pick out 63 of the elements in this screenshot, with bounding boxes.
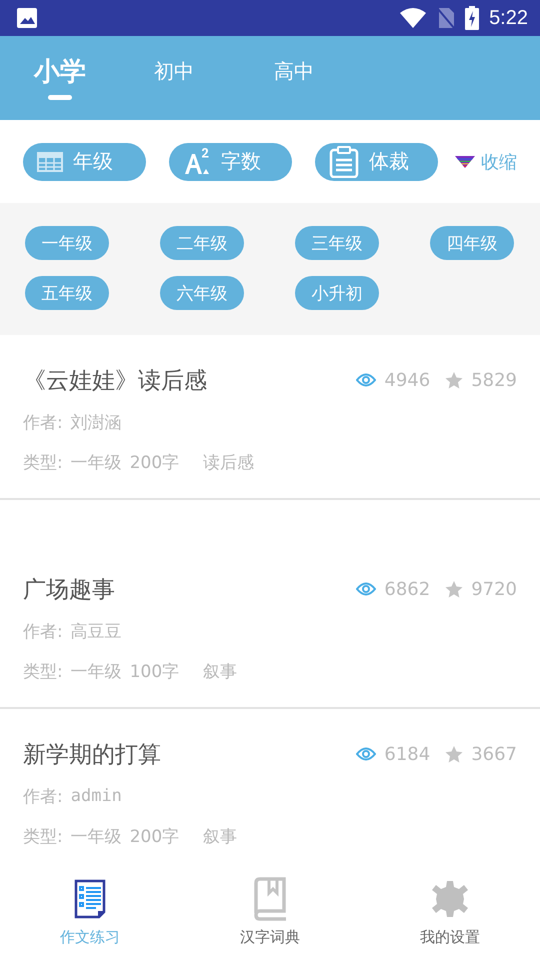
type-label: 类型: [23,452,63,474]
tab[interactable]: 小学 [34,54,154,100]
essay-list-item[interactable]: 《云娃娃》读后感 4946 5829 作者: 刘澍涵 类型: 一年级 200字 读后感 [0,335,540,500]
essay-grade: 一年级 [70,660,122,682]
word-count: 100字 [130,660,180,682]
battery-charging-icon [465,6,480,30]
author-label: 作者: [23,620,63,642]
nav-tab[interactable]: 我的设置 [360,860,540,960]
status-time: 5:22 [489,6,528,30]
grade-chip[interactable]: 一年级 [25,226,109,260]
essay-title: 新学期的打算 [23,740,162,770]
grade-chip[interactable]: 四年级 [430,226,514,260]
genre-filter-button[interactable]: 体裁 [315,142,438,180]
collapse-button[interactable]: 收缩 [455,150,517,174]
grade-chip[interactable]: 小升初 [295,276,379,310]
favorite-count: 3667 [471,744,517,764]
tab[interactable]: 初中 [154,58,274,96]
image-icon [16,7,38,29]
grade-chip[interactable]: 三年级 [295,226,379,260]
essay-genre: 读后感 [203,452,254,474]
grade-filter-button[interactable]: 年级 [23,142,146,180]
essay-grade: 一年级 [70,826,122,848]
nav-tab[interactable]: 汉字词典 [180,860,360,960]
author-name: 刘澍涵 [70,412,122,434]
rainbow-triangle-icon [455,156,475,168]
eye-icon [356,372,376,388]
essay-list-item[interactable]: 广场趣事 6862 9720 作者: 高豆豆 类型: 一年级 100字 叙事 [0,544,540,709]
author-name: 高豆豆 [70,620,122,642]
essay-genre: 叙事 [203,660,238,682]
no-sim-icon [437,7,456,29]
type-label: 类型: [23,660,63,682]
essay-title: 广场趣事 [23,576,116,604]
word-count: 200字 [130,452,180,474]
essay-grade: 一年级 [70,452,122,474]
author-label: 作者: [23,412,63,434]
favorite-count: 5829 [471,370,517,390]
eye-icon [356,581,376,597]
author-label: 作者: [23,786,63,808]
nav-tab[interactable]: 作文练习 [0,860,180,960]
star-icon [445,746,464,762]
grade-chip[interactable]: 五年级 [25,276,109,310]
essay-genre: 叙事 [203,826,238,848]
table-icon [37,152,63,172]
view-count: 4946 [384,370,430,390]
clipboard-icon [329,146,359,178]
tab[interactable]: 高中 [274,58,394,96]
settings-icon [430,879,470,919]
grade-chip[interactable]: 二年级 [160,226,244,260]
type-label: 类型: [23,826,63,848]
favorite-count: 9720 [471,578,517,600]
document-list-icon [74,879,106,919]
superscript-icon [183,148,211,176]
eye-icon [356,746,376,762]
essay-title: 《云娃娃》读后感 [23,366,208,396]
words-filter-button[interactable]: 字数 [169,142,292,180]
view-count: 6184 [384,744,430,764]
wifi-icon [399,7,428,29]
star-icon [445,372,464,388]
word-count: 200字 [130,826,180,848]
view-count: 6862 [384,578,430,600]
grade-chip[interactable]: 六年级 [160,276,244,310]
star-icon [445,580,464,598]
author-name: admin [70,786,122,806]
